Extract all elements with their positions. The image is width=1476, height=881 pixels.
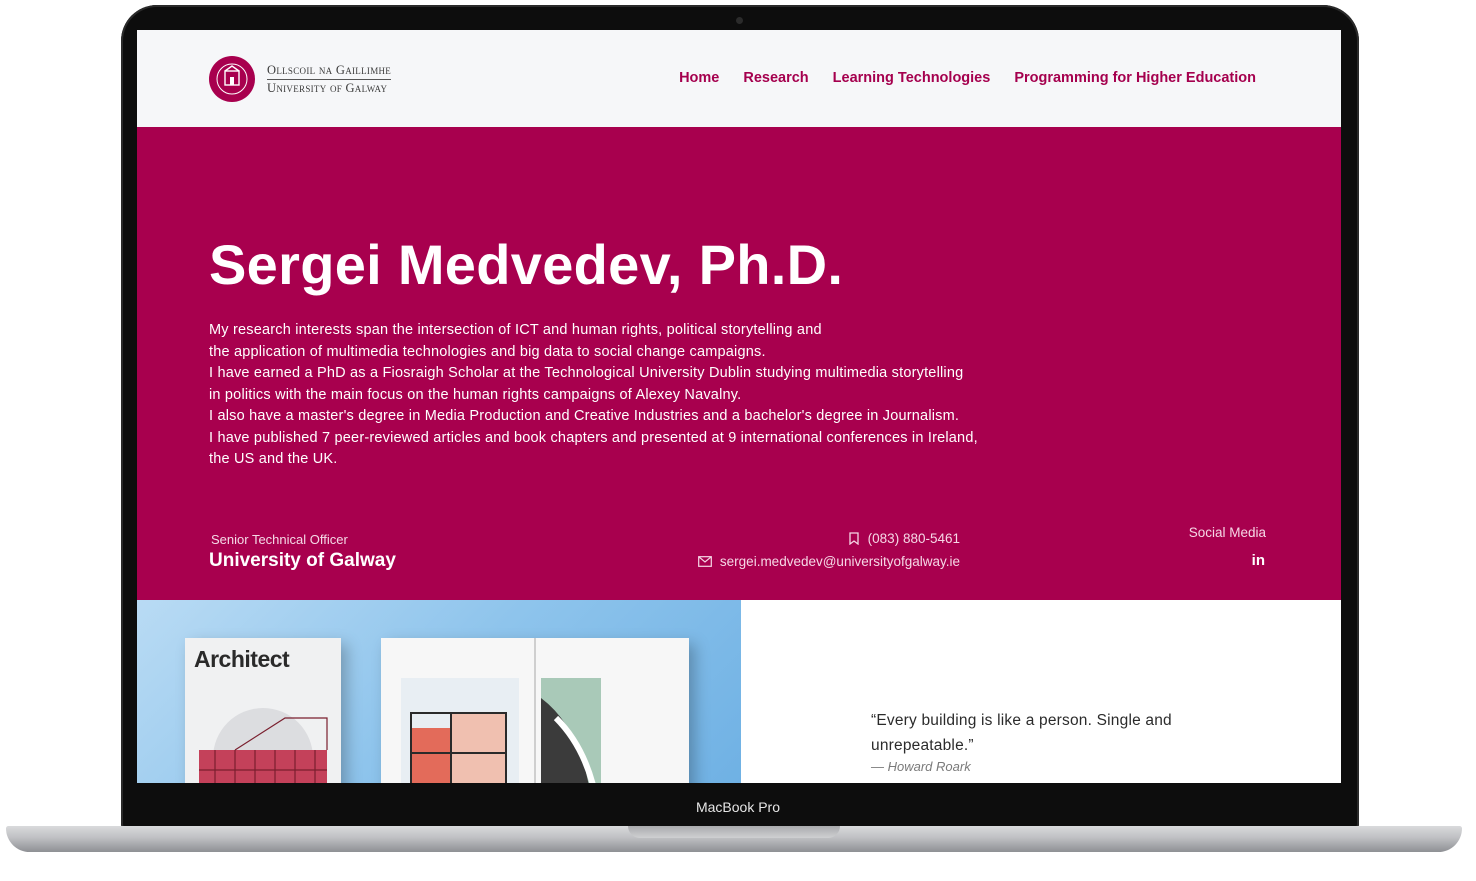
laptop-notch: [628, 826, 840, 838]
phone-icon: [849, 532, 859, 545]
logo-irish-name: Ollscoil na Gaillimhe: [267, 63, 392, 80]
bio-line: I have published 7 peer-reviewed article…: [209, 429, 978, 446]
magazine-cover: Architect: [185, 638, 341, 783]
nav-programming-higher-education[interactable]: Programming for Higher Education: [1014, 70, 1256, 86]
bio-line: in politics with the main focus on the h…: [209, 386, 742, 403]
linkedin-icon[interactable]: in: [1252, 552, 1265, 569]
bio-line: I have earned a PhD as a Fiosraigh Schol…: [209, 365, 964, 381]
university-logo[interactable]: Ollscoil na Gaillimhe University of Galw…: [208, 55, 392, 103]
nav-research[interactable]: Research: [743, 70, 808, 86]
phone-number: (083) 880-5461: [867, 531, 960, 546]
phone-row[interactable]: (083) 880-5461: [698, 527, 960, 550]
social-media-title: Social Media: [1188, 525, 1266, 540]
quote-author: — Howard Roark: [871, 759, 971, 774]
profile-name: Sergei Medvedev, Ph.D.: [209, 233, 844, 296]
bio-text: My research interests span the intersect…: [209, 320, 1069, 471]
quote-section: “Every building is like a person. Single…: [741, 600, 1341, 783]
email-address: sergei.medvedev@universityofgalway.ie: [719, 554, 960, 569]
bio-line: My research interests span the intersect…: [209, 322, 822, 338]
bio-line: I also have a master's degree in Media P…: [209, 408, 960, 424]
bio-line: the application of multimedia technologi…: [209, 343, 766, 360]
job-title: Senior Technical Officer: [211, 532, 348, 547]
email-row[interactable]: sergei.medvedev@universityofgalway.ie: [698, 550, 960, 573]
bio-line: the US and the UK.: [209, 451, 338, 467]
organization: University of Galway: [209, 550, 396, 571]
logo-english-name: University of Galway: [267, 81, 388, 95]
quote-text: “Every building is like a person. Single…: [871, 712, 1172, 754]
magazine-spread: [381, 638, 689, 783]
mail-icon: [698, 556, 712, 567]
camera-icon: [736, 17, 743, 24]
device-label: MacBook Pro: [695, 799, 781, 815]
contact-info: (083) 880-5461 sergei.medvedev@universit…: [698, 527, 960, 573]
nav-home[interactable]: Home: [679, 70, 719, 86]
building-illustration: [199, 708, 328, 783]
university-seal-icon: [209, 56, 255, 102]
hero-section: Sergei Medvedev, Ph.D. My research inter…: [137, 127, 1341, 600]
main-nav: Home Research Learning Technologies Prog…: [679, 70, 1256, 86]
nav-learning-technologies[interactable]: Learning Technologies: [833, 70, 991, 86]
site-header: Ollscoil na Gaillimhe University of Galw…: [137, 30, 1341, 127]
magazine-image: Architect: [137, 600, 741, 783]
screen: Ollscoil na Gaillimhe University of Galw…: [137, 30, 1341, 783]
magazine-spread-illustration: [401, 638, 601, 783]
